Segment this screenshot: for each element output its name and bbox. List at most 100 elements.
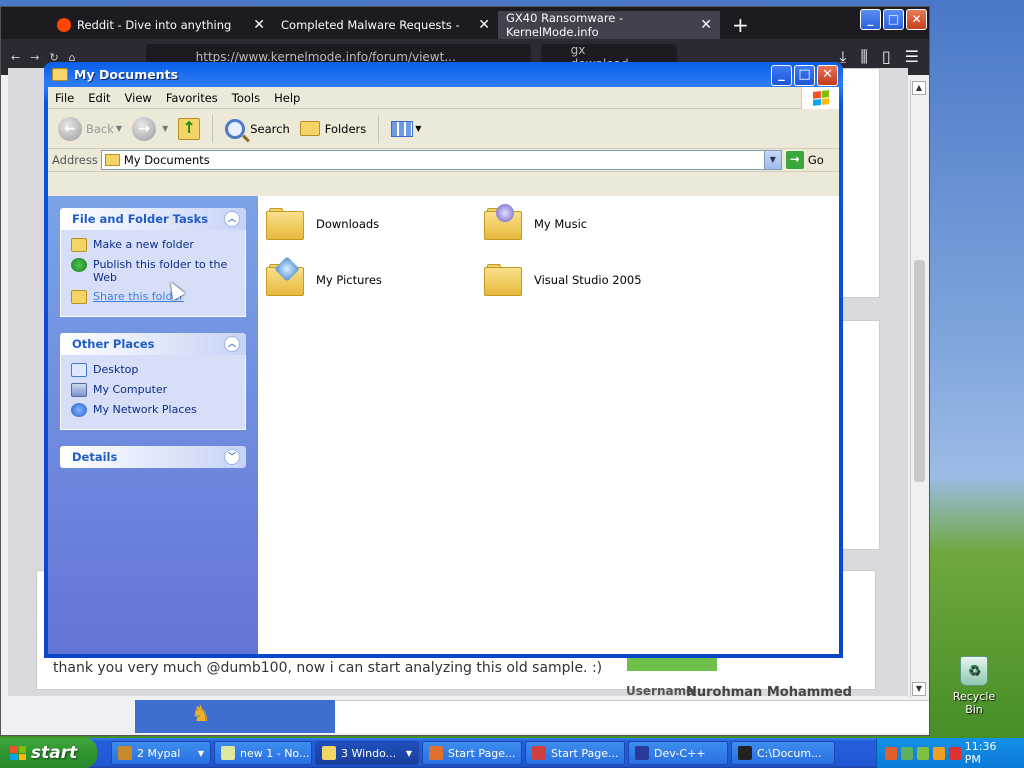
tray-search-icon[interactable] [932,746,945,760]
username-label: Username [626,684,695,698]
back-arrow-icon[interactable]: ← [11,51,20,64]
browser-window-controls: _ □ ✕ [860,9,927,30]
username-value: Nurohman Mohammed [686,685,852,700]
tab-close-icon[interactable]: ✕ [478,17,490,33]
back-button[interactable]: ← Back ▼ [54,114,126,144]
folders-button[interactable]: Folders [296,114,371,144]
dev-cpp-icon [635,746,649,760]
menu-file[interactable]: File [48,91,81,105]
start-button[interactable]: start [0,738,97,768]
close-button[interactable]: ✕ [817,65,838,86]
menu-tools[interactable]: Tools [225,91,267,105]
menu-view[interactable]: View [118,91,159,105]
go-button[interactable]: → Go [785,151,824,169]
chevron-down-icon[interactable]: ▼ [162,124,168,133]
scroll-down-icon[interactable]: ▼ [912,682,926,696]
7zip-icon [738,746,752,760]
browser-tab-reddit[interactable]: Reddit - Dive into anything ✕ [49,11,273,39]
browser-minimize-button[interactable]: _ [860,9,881,30]
folder-icon [322,746,336,760]
toolbar-icons: ⤓ ⫼ ▯ ☰ [839,47,919,67]
toolbar-separator [212,114,214,143]
menu-edit[interactable]: Edit [81,91,117,105]
folder-downloads[interactable]: Downloads [266,208,379,240]
recycle-bin[interactable]: ♻ Recycle Bin [944,656,1004,716]
tray-app-icon[interactable] [885,746,897,760]
address-label: Address [52,153,98,167]
place-network-places[interactable]: My Network Places [71,403,237,417]
scroll-thumb[interactable] [914,260,925,482]
chevron-down-icon[interactable]: ﹀ [224,449,240,465]
minimize-button[interactable]: _ [771,65,792,86]
menu-help[interactable]: Help [267,91,307,105]
explorer-titlebar[interactable]: My Documents [48,62,839,87]
views-button[interactable]: ▼ [387,114,425,144]
task-start-page-2[interactable]: Start Page... [525,741,625,765]
task-notepad[interactable]: new 1 - No... [214,741,312,765]
tray-app-icon[interactable] [916,746,929,760]
details-header[interactable]: Details ﹀ [60,446,246,468]
menu-icon[interactable]: ☰ [905,47,919,67]
chevron-down-icon: ▼ [415,124,422,133]
maximize-button[interactable]: □ [794,65,815,86]
post-card [838,320,880,550]
details-panel: Details ﹀ [60,446,246,468]
other-places-list: Desktop My Computer My Network Places [60,355,246,430]
toolbar-separator [378,114,380,143]
tab-close-icon[interactable]: ✕ [700,17,712,33]
folder-icon [266,208,304,240]
chevron-down-icon[interactable]: ▼ [763,151,781,169]
tray-security-icon[interactable] [948,746,961,760]
library-icon[interactable]: ⫼ [860,47,867,67]
task-publish-folder[interactable]: Publish this folder to the Web [71,258,237,284]
task-pane: File and Folder Tasks ︿ Make a new folde… [48,196,258,654]
task-mypal[interactable]: 2 Mypal ▼ [111,741,211,765]
address-input[interactable]: My Documents ▼ [100,150,782,170]
publish-web-icon [71,258,87,272]
chevron-up-icon[interactable]: ︿ [224,336,240,352]
browser-tab-gx40[interactable]: GX40 Ransomware - KernelMode.info ✕ [498,11,720,39]
page-bottom-strip [335,700,929,733]
new-tab-button[interactable]: + [720,11,761,39]
chevron-down-icon[interactable]: ▼ [116,124,122,133]
place-desktop[interactable]: Desktop [71,363,237,377]
place-my-computer[interactable]: My Computer [71,383,237,397]
other-places-panel: Other Places ︿ Desktop My Computer My Ne… [60,333,246,430]
browser-close-button[interactable]: ✕ [906,9,927,30]
scroll-up-icon[interactable]: ▲ [912,81,926,95]
folder-visual-studio-2005[interactable]: Visual Studio 2005 [484,264,642,296]
task-start-page-1[interactable]: Start Page... [422,741,522,765]
folder-icon [484,264,522,296]
post-text: thank you very much @dumb100, now i can … [53,660,603,676]
search-button[interactable]: Search [221,114,294,144]
other-places-header[interactable]: Other Places ︿ [60,333,246,355]
notepad-icon [221,746,235,760]
up-button[interactable]: ↑ [174,114,204,144]
toolbar: ← Back ▼ → ▼ ↑ Search Folders ▼ [48,109,839,149]
folder-my-music[interactable]: My Music [484,204,587,240]
network-icon [71,403,87,417]
menu-bar: File Edit View Favorites Tools Help [48,87,839,109]
browser-tab-malware-requests[interactable]: Completed Malware Requests - Page 5 ✕ [273,11,498,39]
browser-maximize-button[interactable]: □ [883,9,904,30]
forward-arrow-icon[interactable]: → [30,51,39,64]
menu-favorites[interactable]: Favorites [159,91,225,105]
sidebar-icon[interactable]: ▯ [882,47,891,67]
window-title: My Documents [74,67,179,82]
task-make-new-folder[interactable]: Make a new folder [71,238,237,252]
file-folder-tasks-header[interactable]: File and Folder Tasks ︿ [60,208,246,230]
task-7zip[interactable]: C:\Docum... [731,741,835,765]
task-windows-explorer[interactable]: 3 Windo... ▼ [315,741,419,765]
task-dev-cpp[interactable]: Dev-C++ [628,741,728,765]
forward-button[interactable]: → ▼ [128,114,172,144]
reddit-icon [57,18,71,32]
tab-close-icon[interactable]: ✕ [253,17,265,33]
clock: 11:36 PM [964,740,997,766]
chevron-up-icon[interactable]: ︿ [224,211,240,227]
tray-network-icon[interactable] [900,746,913,760]
page-scrollbar[interactable]: ▲ ▼ [910,80,927,698]
explorer-body: File Edit View Favorites Tools Help ← Ba… [48,87,839,654]
chevron-down-icon: ▼ [197,748,204,758]
task-share-folder[interactable]: Share this folder [71,290,237,304]
folder-my-pictures[interactable]: My Pictures [266,256,382,296]
